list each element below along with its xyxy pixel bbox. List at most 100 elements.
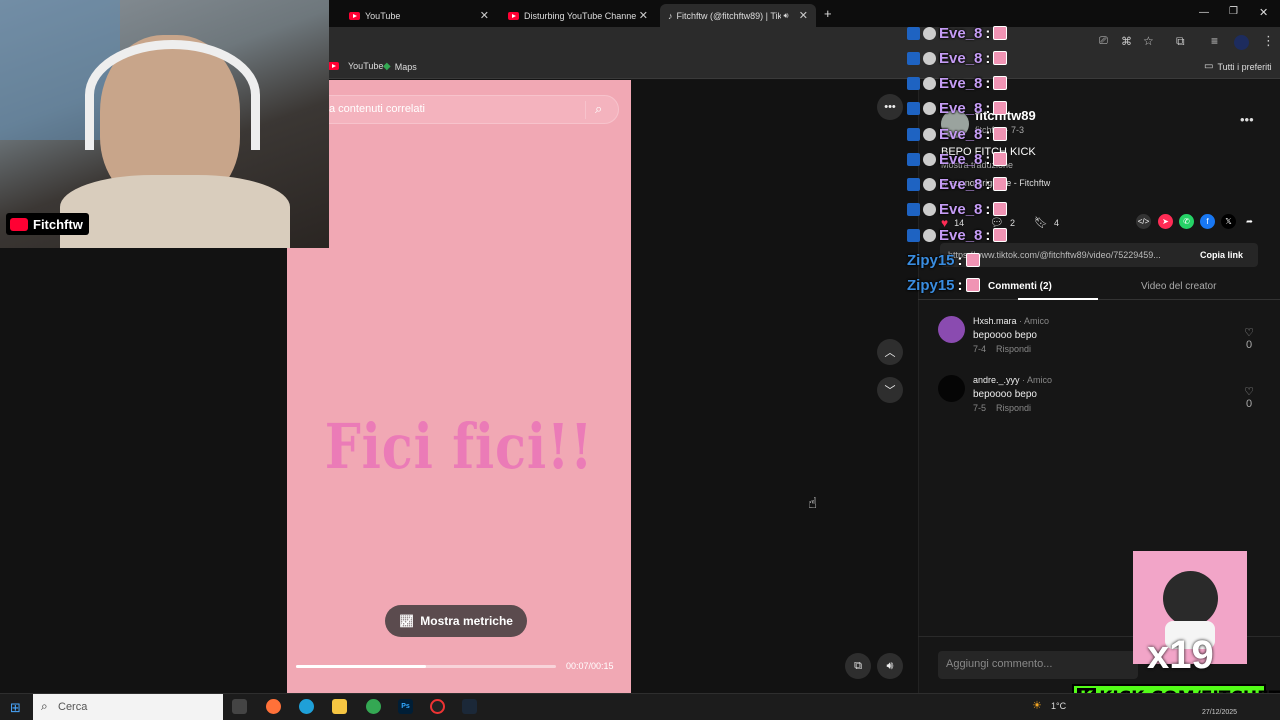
emote-badge-icon xyxy=(923,26,936,40)
chat-username[interactable]: Eve_8 xyxy=(939,50,982,67)
search-icon: ⌕ xyxy=(41,699,48,713)
chat-separator: : xyxy=(985,226,991,244)
window-close-icon[interactable]: ✕ xyxy=(1259,6,1268,19)
bookmark-label: YouTube xyxy=(348,61,384,71)
steam-icon[interactable] xyxy=(462,699,477,714)
file-explorer-icon[interactable] xyxy=(332,699,347,714)
more-options-icon[interactable]: ••• xyxy=(877,94,903,120)
search-input[interactable]: a contenuti correlati ⌕ xyxy=(300,95,619,124)
chat-message: Eve_8: xyxy=(907,46,1008,70)
commenter-name[interactable]: andre._.yyy · Amico xyxy=(973,375,1052,385)
chat-username[interactable]: Eve_8 xyxy=(939,227,982,244)
translate-icon[interactable]: ⌘ xyxy=(1121,35,1132,48)
search-icon[interactable]: ⌕ xyxy=(595,101,602,117)
pip-icon[interactable]: ⧉ xyxy=(845,653,871,679)
chat-separator: : xyxy=(985,74,991,92)
chrome-icon[interactable] xyxy=(366,699,381,714)
bookmark-maps[interactable]: ◆ Maps xyxy=(383,61,417,72)
facebook-icon[interactable]: f xyxy=(1200,214,1215,229)
close-icon[interactable]: ✕ xyxy=(480,9,489,22)
video-player[interactable] xyxy=(287,80,631,693)
task-view-icon[interactable] xyxy=(232,699,247,714)
send-icon[interactable]: ➤ xyxy=(1158,214,1173,229)
taskbar-search-input[interactable]: ⌕ Cerca xyxy=(33,694,223,720)
gift-emote-icon xyxy=(993,202,1008,216)
chat-username[interactable]: Eve_8 xyxy=(939,75,982,92)
post-more-icon[interactable]: ••• xyxy=(1240,112,1254,127)
heart-outline-icon: ♡ xyxy=(1244,327,1254,339)
reply-button[interactable]: Rispondi xyxy=(996,344,1031,354)
tab-creator-videos[interactable]: Video del creator xyxy=(1141,281,1216,292)
chat-username[interactable]: Zipy15 xyxy=(907,252,955,269)
weather-temp: 1°C xyxy=(1051,701,1067,711)
emote-badge-icon xyxy=(923,228,936,242)
emote-badge-icon xyxy=(923,101,936,115)
volume-icon[interactable]: 🔊︎ xyxy=(877,653,903,679)
saves-stat[interactable]: 🔖︎ 4 xyxy=(1034,216,1059,229)
obs-icon[interactable] xyxy=(430,699,445,714)
tab-comments[interactable]: Commenti (2) xyxy=(988,281,1052,292)
show-metrics-button[interactable]: 📈︎ Mostra metriche xyxy=(385,605,527,637)
tab-tiktok[interactable]: ♪ Fitchftw (@fitchftw89) | Tik 🔊︎ ✕ xyxy=(660,4,816,27)
comment-meta: 7-4 Rispondi xyxy=(973,344,1032,354)
emote-badge-icon xyxy=(923,76,936,90)
chat-separator: : xyxy=(985,99,991,117)
chat-username[interactable]: Eve_8 xyxy=(939,100,982,117)
speaker-icon[interactable]: 🔊︎ xyxy=(784,11,789,21)
close-icon[interactable]: ✕ xyxy=(639,9,648,22)
emote-badge-icon xyxy=(923,202,936,216)
gift-emote-icon xyxy=(993,127,1008,141)
chat-message: Eve_8: xyxy=(907,172,1008,196)
new-tab-icon[interactable]: + xyxy=(824,6,832,21)
chevron-down-icon[interactable]: ﹀ xyxy=(877,377,903,403)
chat-username[interactable]: Eve_8 xyxy=(939,176,982,193)
chat-separator: : xyxy=(985,150,991,168)
commenter-avatar[interactable] xyxy=(938,316,965,343)
sub-badge-icon xyxy=(907,51,920,65)
commenter-avatar[interactable] xyxy=(938,375,965,402)
minimize-icon[interactable]: — xyxy=(1199,7,1209,18)
chat-username[interactable]: Eve_8 xyxy=(939,25,982,42)
extensions-icon[interactable]: ⧉ xyxy=(1176,34,1185,49)
commenter-name[interactable]: Hxsh.mara · Amico xyxy=(973,316,1049,326)
star-icon[interactable]: ☆ xyxy=(1143,34,1154,48)
chevron-up-icon[interactable]: ︿ xyxy=(877,339,903,365)
restore-icon[interactable]: ❐ xyxy=(1229,6,1238,17)
gift-emote-icon xyxy=(993,228,1008,242)
tab-disturbing[interactable]: Disturbing YouTube Channels H ✕ xyxy=(500,4,656,27)
all-bookmarks[interactable]: ▭ Tutti i preferiti xyxy=(1204,61,1272,72)
photoshop-icon[interactable]: Ps xyxy=(398,699,413,714)
firefox-icon[interactable] xyxy=(266,699,281,714)
chat-message: Zipy15: xyxy=(907,248,980,272)
reply-button[interactable]: Rispondi xyxy=(996,403,1031,413)
chat-separator: : xyxy=(985,175,991,193)
windows-start-icon[interactable]: ⊞ xyxy=(10,700,21,716)
edge-icon[interactable] xyxy=(299,699,314,714)
embed-icon[interactable]: </> xyxy=(1136,214,1151,229)
taskbar-search-placeholder: Cerca xyxy=(58,701,88,713)
bookmark-youtube[interactable]: YouTube xyxy=(328,61,383,71)
media-control-icon[interactable]: ≡ xyxy=(1211,34,1218,48)
whatsapp-icon[interactable]: ✆ xyxy=(1179,214,1194,229)
menu-icon[interactable]: ⋮ xyxy=(1262,33,1275,49)
add-comment-input[interactable]: Aggiungi commento... xyxy=(938,651,1138,679)
share-icon[interactable]: ➦ xyxy=(1242,214,1257,229)
video-progress-bar[interactable] xyxy=(296,665,556,668)
comment-like[interactable]: ♡ 0 xyxy=(1244,385,1254,410)
close-icon[interactable]: ✕ xyxy=(799,9,808,22)
chat-username[interactable]: Eve_8 xyxy=(939,201,982,218)
sub-badge-icon xyxy=(907,127,920,141)
copy-link-button[interactable]: Copia link xyxy=(1200,250,1243,260)
chat-username[interactable]: Eve_8 xyxy=(939,126,982,143)
x-icon[interactable]: 𝕏 xyxy=(1221,214,1236,229)
cast-icon[interactable]: ⎚ xyxy=(1099,35,1108,48)
gift-emote-icon xyxy=(993,76,1008,90)
sub-badge-icon xyxy=(907,202,920,216)
chat-username[interactable]: Zipy15 xyxy=(907,277,955,294)
taskbar-date: 27/12/2025 xyxy=(1202,709,1238,716)
chat-username[interactable]: Eve_8 xyxy=(939,151,982,168)
tab-youtube[interactable]: YouTube ✕ xyxy=(341,4,497,27)
profile-avatar[interactable] xyxy=(1234,35,1249,50)
tab-label: Fitchftw (@fitchftw89) | Tik xyxy=(676,10,781,21)
comment-like[interactable]: ♡ 0 xyxy=(1244,326,1254,351)
